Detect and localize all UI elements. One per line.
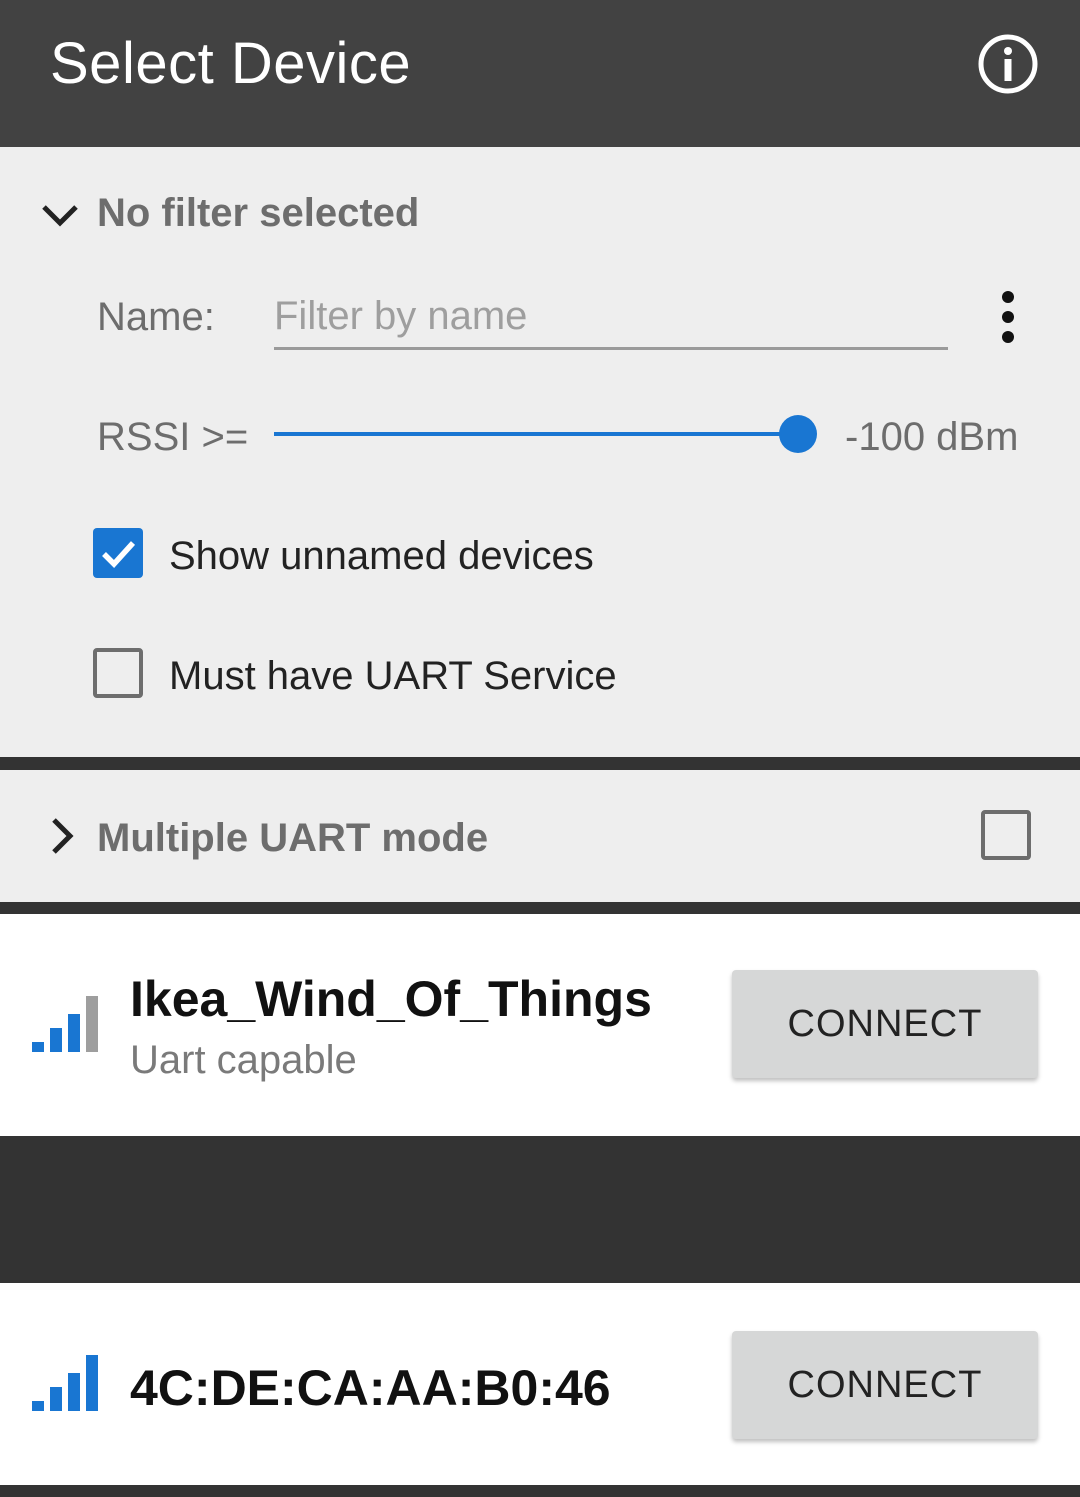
- show-unnamed-label[interactable]: Show unnamed devices: [169, 534, 594, 579]
- rssi-slider-thumb[interactable]: [779, 415, 817, 453]
- connect-button[interactable]: CONNECT: [732, 1331, 1038, 1439]
- multiple-uart-row[interactable]: Multiple UART mode: [0, 770, 1080, 902]
- multiple-uart-label: Multiple UART mode: [97, 816, 489, 860]
- show-unnamed-checkbox[interactable]: [93, 528, 143, 578]
- rssi-value: -100 dBm: [845, 415, 1019, 459]
- chevron-down-icon[interactable]: [38, 193, 82, 237]
- rssi-slider-track[interactable]: [274, 432, 798, 436]
- name-filter-input[interactable]: [274, 285, 948, 350]
- device-subtitle: Uart capable: [130, 1038, 357, 1082]
- uart-service-label[interactable]: Must have UART Service: [169, 654, 617, 699]
- name-filter-label: Name:: [97, 295, 215, 339]
- signal-strength-icon: [32, 994, 100, 1054]
- device-row[interactable]: 4C:DE:CA:AA:B0:46 CONNECT: [0, 1283, 1080, 1485]
- device-name: 4C:DE:CA:AA:B0:46: [130, 1360, 611, 1416]
- multiple-uart-checkbox[interactable]: [981, 810, 1031, 860]
- uart-service-checkbox[interactable]: [93, 648, 143, 698]
- signal-strength-icon: [32, 1353, 100, 1413]
- rssi-label: RSSI >=: [97, 415, 249, 459]
- filter-panel: No filter selected Name: RSSI >= -100 dB…: [0, 147, 1080, 757]
- check-icon: [102, 541, 136, 568]
- filter-heading[interactable]: No filter selected: [97, 191, 419, 236]
- device-name: Ikea_Wind_Of_Things: [130, 971, 652, 1027]
- device-row[interactable]: Ikea_Wind_Of_Things Uart capable CONNECT: [0, 914, 1080, 1136]
- info-icon[interactable]: [976, 32, 1040, 96]
- chevron-right-icon[interactable]: [42, 814, 82, 858]
- more-vert-icon[interactable]: [988, 287, 1028, 347]
- page-title: Select Device: [50, 31, 412, 96]
- app-bar: Select Device: [0, 0, 1080, 147]
- connect-button[interactable]: CONNECT: [732, 970, 1038, 1078]
